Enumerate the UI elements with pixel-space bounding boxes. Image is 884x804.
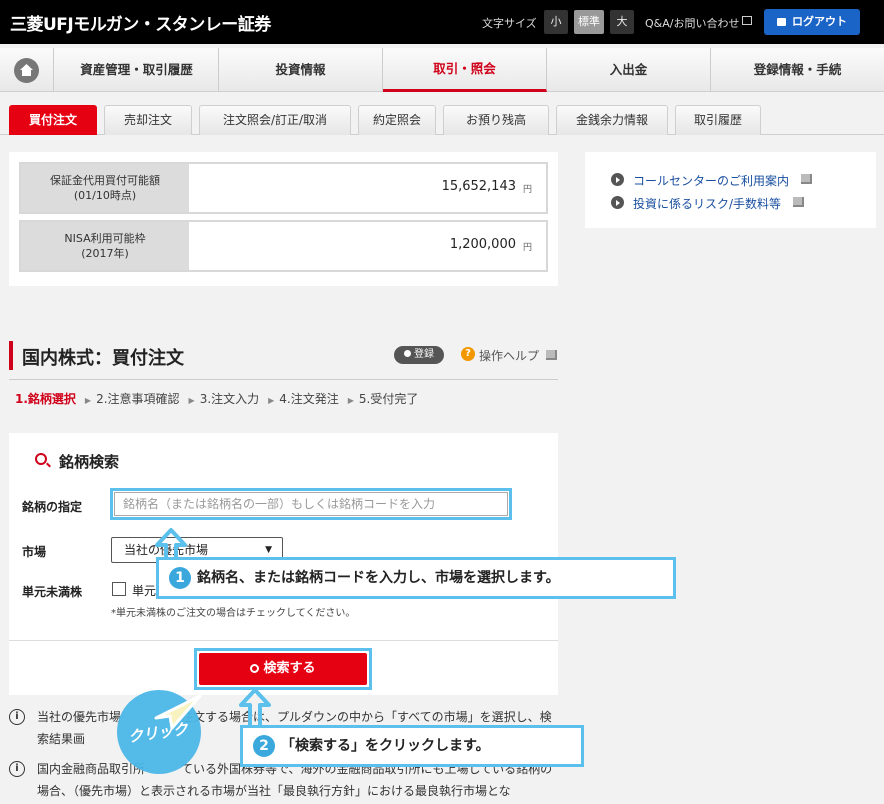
divider — [9, 640, 558, 641]
step-separator-icon: ▶ — [188, 396, 195, 405]
step-2: 2.注意事項確認 — [96, 392, 180, 406]
search-button-label: 検索する — [263, 661, 316, 676]
title-accent-bar — [9, 341, 13, 370]
margin-buying-power-value: 15,652,143 — [441, 179, 516, 194]
font-size-small-button[interactable]: 小 — [544, 10, 568, 34]
step-separator-icon: ▶ — [84, 396, 92, 405]
window-icon — [793, 197, 804, 207]
top-header: 三菱UFJモルガン・スタンレー証券 文字サイズ 小 標準 大 Q&A/お問い合わ… — [0, 0, 884, 44]
register-button[interactable]: 登録 — [394, 346, 444, 364]
search-icon — [250, 664, 260, 673]
nisa-limit-row: NISA利用可能枠 (2017年) 1,200,000 円 — [19, 220, 548, 272]
callout-text: 「検索する」をクリックします。 — [281, 738, 490, 754]
window-icon — [742, 16, 752, 25]
logout-button[interactable]: ログアウト — [764, 9, 860, 35]
arrow-right-icon — [611, 173, 624, 186]
tab-buy-order[interactable]: 買付注文 — [9, 105, 97, 135]
nav-assets[interactable]: 資産管理・取引履歴 — [55, 48, 219, 92]
yen-unit: 円 — [522, 185, 532, 195]
margin-buying-power-label: 保証金代用買付可能額 (01/10時点) — [21, 164, 189, 212]
stock-name-label: 銘柄の指定 — [22, 500, 83, 514]
step-separator-icon: ▶ — [268, 396, 275, 405]
step-indicator: 1.銘柄選択 ▶ 2.注意事項確認 ▶ 3.注文入力 ▶ 4.注文発注 ▶ 5.受付完了 — [15, 390, 422, 407]
nisa-limit-label: NISA利用可能枠 (2017年) — [21, 222, 189, 270]
operation-help-link[interactable]: 操作ヘルプ — [479, 347, 539, 364]
odd-lot-label: 単元未満株 — [22, 585, 83, 599]
font-size-standard-button[interactable]: 標準 — [574, 10, 604, 34]
step-3: 3.注文入力 — [199, 392, 260, 406]
arrow-right-icon — [611, 196, 624, 209]
nav-trading[interactable]: 取引・照会 — [383, 48, 547, 92]
search-icon — [35, 453, 47, 465]
odd-lot-checkbox[interactable] — [112, 582, 126, 596]
arrow-up-icon — [239, 688, 271, 730]
tab-cash-capacity[interactable]: 金銭余力情報 — [556, 105, 668, 135]
button-highlight: 検索する — [194, 648, 372, 690]
tab-execution-inquiry[interactable]: 約定照会 — [358, 105, 436, 135]
info-icon: i — [9, 761, 25, 777]
font-size-large-button[interactable]: 大 — [610, 10, 634, 34]
font-size-label: 文字サイズ — [482, 17, 537, 30]
home-button[interactable] — [0, 48, 54, 92]
callout-step-2: 2 「検索する」をクリックします。 — [240, 725, 584, 767]
tab-sell-order[interactable]: 売却注文 — [104, 105, 192, 135]
risk-fee-link-label: 投資に係るリスク/手数料等 — [633, 197, 782, 211]
help-icon[interactable]: ? — [461, 347, 475, 361]
callout-text: 銘柄名、または銘柄コードを入力し、市場を選択します。 — [197, 570, 560, 586]
tab-balance[interactable]: お預り残高 — [443, 105, 549, 135]
step-separator-icon: ▶ — [347, 396, 354, 405]
company-logo[interactable]: 三菱UFJモルガン・スタンレー証券 — [10, 10, 271, 35]
label-line: NISA利用可能枠 — [64, 232, 146, 245]
info-links-panel: コールセンターのご利用案内 投資に係るリスク/手数料等 — [585, 152, 876, 228]
title-divider — [9, 379, 558, 380]
nav-deposit[interactable]: 入出金 — [547, 48, 711, 92]
tab-order-inquiry[interactable]: 注文照会/訂正/取消 — [199, 105, 351, 135]
balance-panel: 保証金代用買付可能額 (01/10時点) 15,652,143 円 NISA利用… — [9, 152, 558, 286]
input-highlight: 銘柄名（または銘柄名の一部）もしくは銘柄コードを入力 — [110, 488, 512, 520]
register-label: 登録 — [414, 349, 434, 360]
step-4: 4.注文発注 — [279, 392, 339, 406]
logout-label: ログアウト — [792, 15, 847, 28]
lock-icon — [777, 18, 786, 26]
main-nav: 資産管理・取引履歴 投資情報 取引・照会 入出金 登録情報・手続 — [0, 48, 884, 92]
label-date: (01/10時点) — [73, 189, 137, 202]
callout-number: 2 — [253, 735, 275, 757]
callout-number: 1 — [169, 567, 191, 589]
home-icon — [14, 58, 39, 83]
search-button[interactable]: 検索する — [199, 653, 367, 685]
odd-lot-note: *単元未満株のご注文の場合はチェックしてください。 — [111, 608, 356, 619]
nav-investment-info[interactable]: 投資情報 — [219, 48, 383, 92]
page-title: 国内株式：買付注文 — [22, 348, 184, 369]
qa-link[interactable]: Q&A/お問い合わせ — [645, 15, 739, 31]
yen-unit: 円 — [522, 243, 532, 253]
market-label: 市場 — [22, 545, 47, 559]
call-center-link-label: コールセンターのご利用案内 — [633, 174, 790, 188]
stock-search-input[interactable]: 銘柄名（または銘柄名の一部）もしくは銘柄コードを入力 — [114, 492, 508, 516]
callout-step-1: 1 銘柄名、または銘柄コードを入力し、市場を選択します。 — [156, 557, 676, 599]
margin-buying-power-row: 保証金代用買付可能額 (01/10時点) 15,652,143 円 — [19, 162, 548, 214]
nav-registration[interactable]: 登録情報・手続 — [711, 48, 884, 92]
label-year: (2017年) — [81, 247, 129, 260]
window-icon — [546, 350, 557, 360]
tab-history[interactable]: 取引履歴 — [675, 105, 761, 135]
window-icon — [801, 174, 812, 184]
odd-lot-checkbox-label[interactable]: 単元 — [132, 582, 156, 599]
step-1: 1.銘柄選択 — [15, 392, 76, 406]
search-heading-label: 銘柄検索 — [59, 453, 120, 471]
sub-tabs: 買付注文 売却注文 注文照会/訂正/取消 約定照会 お預り残高 金銭余力情報 取… — [0, 100, 884, 135]
person-icon — [404, 350, 411, 357]
label-line: 保証金代用買付可能額 — [50, 174, 160, 187]
info-icon: i — [9, 709, 25, 725]
step-5: 5.受付完了 — [358, 392, 419, 406]
nisa-limit-value: 1,200,000 — [449, 237, 516, 252]
